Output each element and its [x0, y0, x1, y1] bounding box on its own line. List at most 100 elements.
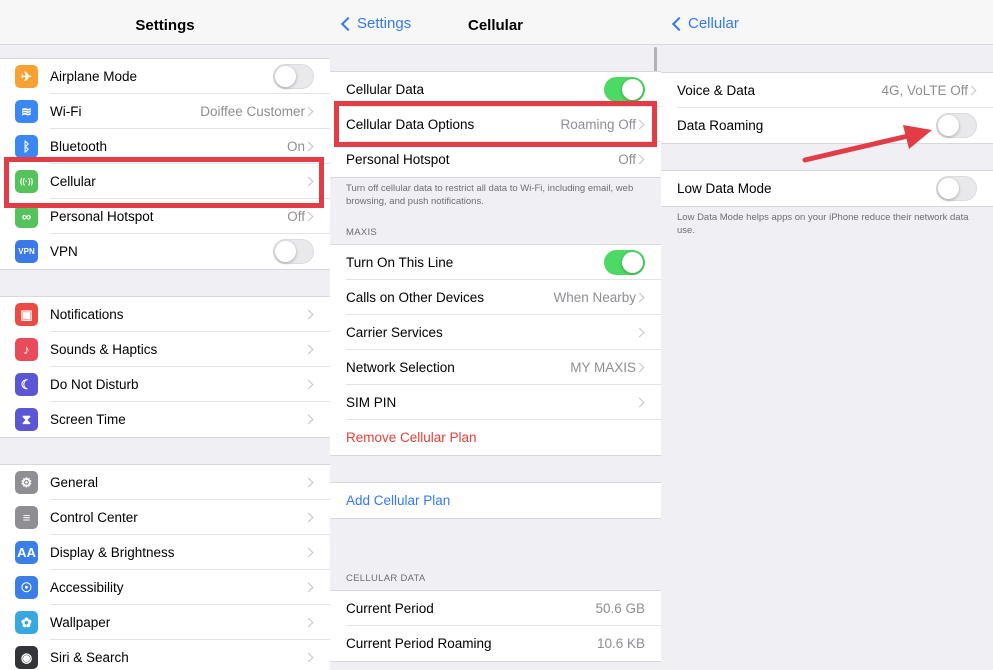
row-airplane-mode[interactable]: ✈ Airplane Mode — [0, 59, 330, 94]
wallpaper-flower-icon: ✿ — [15, 611, 38, 634]
current-period-roaming-label: Current Period Roaming — [346, 636, 492, 651]
page-title: Settings — [135, 17, 195, 34]
row-calls-on-other-devices[interactable]: Calls on Other Devices When Nearby — [330, 280, 661, 315]
row-vpn[interactable]: VPN VPN — [0, 234, 330, 269]
cellular-navbar: Settings Cellular — [330, 0, 661, 45]
back-to-cellular-button[interactable]: Cellular — [671, 15, 739, 32]
row-turn-on-this-line[interactable]: Turn On This Line — [330, 245, 661, 280]
chevron-right-icon — [303, 379, 314, 390]
accessibility-icon: ☉ — [15, 576, 38, 599]
low-data-mode-toggle[interactable] — [936, 176, 977, 201]
chevron-right-icon — [303, 477, 314, 488]
cellular-data-label: Cellular Data — [346, 82, 425, 97]
chevron-right-icon — [303, 414, 314, 425]
chevron-right-icon — [634, 397, 645, 408]
siri-icon: ◉ — [15, 646, 38, 669]
cellular-data-toggle[interactable] — [604, 77, 645, 102]
airplane-icon: ✈ — [15, 65, 38, 88]
row-low-data-mode[interactable]: Low Data Mode — [661, 171, 993, 206]
cellular-data-options-panel: Cellular Voice & Data 4G, VoLTE Off Data R… — [661, 0, 993, 670]
bluetooth-label: Bluetooth — [50, 139, 108, 154]
notifications-label: Notifications — [50, 307, 124, 322]
low-data-mode-label: Low Data Mode — [677, 181, 772, 196]
voice-and-data-value: 4G, VoLTE Off — [881, 83, 968, 98]
chevron-right-icon — [303, 344, 314, 355]
wallpaper-label: Wallpaper — [50, 615, 111, 630]
chevron-right-icon — [303, 106, 314, 117]
calls-on-other-devices-label: Calls on Other Devices — [346, 290, 485, 305]
low-data-mode-footer: Low Data Mode helps apps on your iPhone … — [677, 212, 969, 236]
vpn-icon: VPN — [15, 240, 38, 263]
row-personal-hotspot[interactable]: ∞ Personal Hotspot Off — [0, 199, 330, 234]
accessibility-label: Accessibility — [50, 580, 124, 595]
turn-on-this-line-toggle[interactable] — [604, 250, 645, 275]
do-not-disturb-label: Do Not Disturb — [50, 377, 139, 392]
red-arrow-pointer-icon — [802, 125, 932, 163]
carrier-services-label: Carrier Services — [346, 325, 443, 340]
row-do-not-disturb[interactable]: ☾ Do Not Disturb — [0, 367, 330, 402]
bluetooth-value: On — [286, 139, 305, 154]
row-general[interactable]: ⚙ General — [0, 465, 330, 500]
row-personal-hotspot[interactable]: Personal Hotspot Off — [330, 142, 661, 177]
display-and-brightness-label: Display & Brightness — [50, 545, 175, 560]
row-wi-fi[interactable]: ≋ Wi-Fi Doiffee Customer — [0, 94, 330, 129]
cellular-data-options-value: Roaming Off — [560, 117, 636, 132]
chevron-right-icon — [634, 327, 645, 338]
chevron-right-icon — [303, 176, 314, 187]
siri-and-search-label: Siri & Search — [50, 650, 129, 665]
chevron-right-icon — [303, 141, 314, 152]
notifications-icon: ▣ — [15, 303, 38, 326]
chevron-left-icon — [671, 16, 687, 31]
cellular-group-carrier: Turn On This Line Calls on Other Devices W… — [330, 244, 661, 456]
airplane-mode-toggle[interactable] — [273, 64, 314, 89]
vpn-toggle[interactable] — [273, 239, 314, 264]
row-remove-cellular-plan[interactable]: Remove Cellular Plan — [330, 420, 661, 455]
chevron-right-icon — [303, 512, 314, 523]
personal-hotspot-value: Off — [287, 209, 305, 224]
row-screen-time[interactable]: ⧗ Screen Time — [0, 402, 330, 437]
row-bluetooth[interactable]: ᛒ Bluetooth On — [0, 129, 330, 164]
chevron-right-icon — [303, 652, 314, 663]
cellular-antenna-icon: ((·)) — [15, 170, 38, 193]
row-network-selection[interactable]: Network Selection MY MAXIS — [330, 350, 661, 385]
add-cellular-plan-label: Add Cellular Plan — [346, 493, 451, 508]
chevron-right-icon — [303, 617, 314, 628]
row-display-and-brightness[interactable]: AA Display & Brightness — [0, 535, 330, 570]
personal-hotspot-label: Personal Hotspot — [346, 152, 450, 167]
data-roaming-toggle[interactable] — [936, 113, 977, 138]
screen-time-label: Screen Time — [50, 412, 126, 427]
cellular-panel: Settings Cellular Cellular Data Cellular … — [330, 0, 661, 670]
chevron-right-icon — [634, 154, 645, 165]
control-center-label: Control Center — [50, 510, 138, 525]
remove-cellular-plan-label: Remove Cellular Plan — [346, 430, 477, 445]
row-current-period[interactable]: Current Period 50.6 GB — [330, 591, 661, 626]
row-wallpaper[interactable]: ✿ Wallpaper — [0, 605, 330, 640]
bluetooth-icon: ᛒ — [15, 135, 38, 158]
row-accessibility[interactable]: ☉ Accessibility — [0, 570, 330, 605]
row-notifications[interactable]: ▣ Notifications — [0, 297, 330, 332]
page-title: Cellular — [467, 17, 524, 34]
row-control-center[interactable]: ≡ Control Center — [0, 500, 330, 535]
chevron-right-icon — [303, 547, 314, 558]
chevron-right-icon — [634, 362, 645, 373]
settings-group-general: ⚙ General ≡ Control Center AA Display & Brigh… — [0, 464, 330, 670]
row-cellular[interactable]: ((·)) Cellular — [0, 164, 330, 199]
speaker-icon: ♪ — [15, 338, 38, 361]
row-cellular-data[interactable]: Cellular Data — [330, 72, 661, 107]
row-cellular-data-options[interactable]: Cellular Data Options Roaming Off — [330, 107, 661, 142]
row-voice-and-data[interactable]: Voice & Data 4G, VoLTE Off — [661, 73, 993, 108]
network-selection-value: MY MAXIS — [570, 360, 636, 375]
cellular-options-navbar: Cellular — [661, 0, 993, 45]
add-cellular-plan-row[interactable]: Add Cellular Plan — [330, 483, 661, 518]
wi-fi-value: Doiffee Customer — [200, 104, 305, 119]
chevron-right-icon — [966, 85, 977, 96]
row-sounds-and-haptics[interactable]: ♪ Sounds & Haptics — [0, 332, 330, 367]
gear-icon: ⚙ — [15, 471, 38, 494]
settings-group-connectivity: ✈ Airplane Mode ≋ Wi-Fi Doiffee Customer ᛒ Blu… — [0, 58, 330, 270]
row-carrier-services[interactable]: Carrier Services — [330, 315, 661, 350]
hotspot-icon: ∞ — [15, 205, 38, 228]
moon-icon: ☾ — [15, 373, 38, 396]
row-sim-pin[interactable]: SIM PIN — [330, 385, 661, 420]
row-siri-and-search[interactable]: ◉ Siri & Search — [0, 640, 330, 670]
row-current-period-roaming[interactable]: Current Period Roaming 10.6 KB — [330, 626, 661, 661]
